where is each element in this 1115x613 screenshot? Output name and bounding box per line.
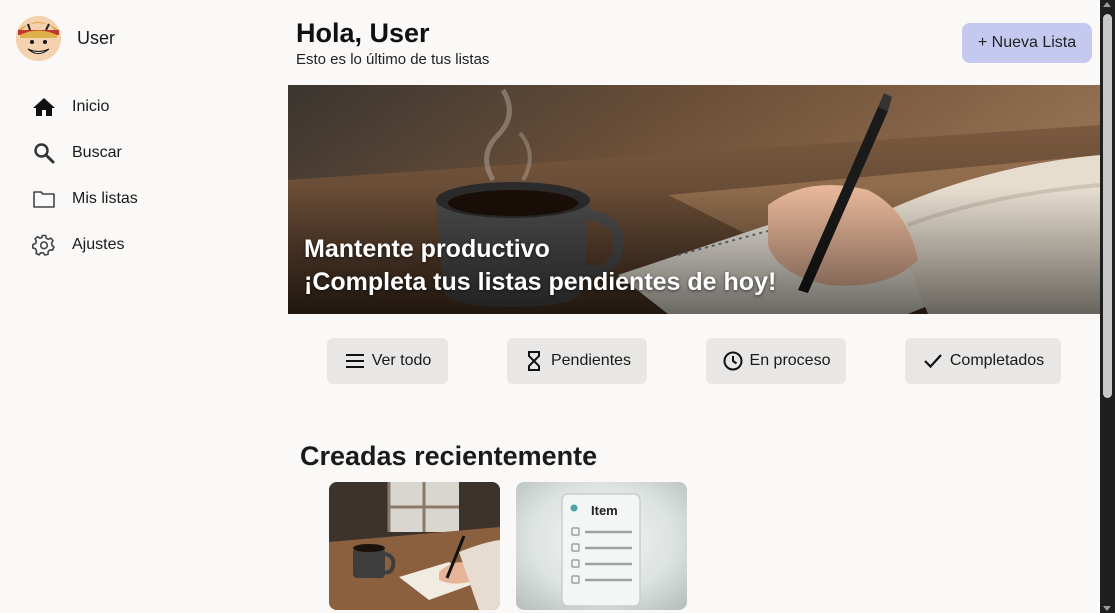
filter-pendientes-button[interactable]: Pendientes <box>507 338 647 384</box>
home-icon <box>32 95 56 119</box>
search-icon <box>32 141 56 165</box>
user-name: User <box>77 28 116 48</box>
filter-label: Completados <box>949 352 1045 369</box>
scroll-up-arrow-icon[interactable] <box>1103 2 1111 7</box>
sidebar-item-label: Inicio <box>72 98 110 115</box>
avatar[interactable] <box>16 16 61 61</box>
sidebar-item-mis-listas[interactable]: Mis listas <box>32 176 272 222</box>
hero-message: Mantente productivo ¡Completa tus listas… <box>304 233 776 299</box>
filter-label: En proceso <box>749 352 831 369</box>
sidebar-item-buscar[interactable]: Buscar <box>32 130 272 176</box>
checklist-item-image: Item <box>516 482 687 610</box>
gear-icon <box>32 233 56 257</box>
coffee-writing-image <box>329 482 500 610</box>
hero-line-2: ¡Completa tus listas pendientes de hoy! <box>304 268 777 296</box>
user-profile[interactable]: User <box>16 16 115 61</box>
sidebar-item-ajustes[interactable]: Ajustes <box>32 222 272 268</box>
filter-completados-button[interactable]: Completados <box>905 338 1061 384</box>
sidebar-item-label: Buscar <box>72 144 122 161</box>
hero-banner: Mantente productivo ¡Completa tus listas… <box>288 85 1100 314</box>
page-subtitle: Esto es lo último de tus listas <box>296 51 490 68</box>
filter-ver-todo-button[interactable]: Ver todo <box>327 338 448 384</box>
filter-en-proceso-button[interactable]: En proceso <box>706 338 846 384</box>
main-content: Hola, User Esto es lo último de tus list… <box>288 0 1100 613</box>
page-scrollbar[interactable] <box>1100 0 1115 613</box>
filter-label: Pendientes <box>550 352 632 369</box>
sidebar: User Inicio Buscar Mis listas Ajustes <box>0 0 288 613</box>
filter-bar: Ver todo Pendientes En proceso Completad… <box>288 338 1100 384</box>
new-list-button[interactable]: + Nueva Lista <box>962 23 1092 63</box>
clock-icon <box>722 350 744 372</box>
sidebar-item-inicio[interactable]: Inicio <box>32 84 272 130</box>
sidebar-nav: Inicio Buscar Mis listas Ajustes <box>32 84 272 268</box>
scrollbar-thumb[interactable] <box>1103 14 1112 398</box>
hero-line-1: Mantente productivo <box>304 235 550 263</box>
checklist-card-title: Item <box>591 503 618 518</box>
menu-icon <box>344 350 366 372</box>
folder-icon <box>32 187 56 211</box>
recent-list-card[interactable]: Item <box>516 482 687 610</box>
page-title: Hola, User <box>296 18 430 48</box>
recent-list-card[interactable] <box>329 482 500 610</box>
sidebar-item-label: Ajustes <box>72 236 125 253</box>
filter-label: Ver todo <box>371 352 432 369</box>
check-icon <box>922 350 944 372</box>
recent-section-title: Creadas recientemente <box>300 441 598 471</box>
hourglass-icon <box>523 350 545 372</box>
sidebar-item-label: Mis listas <box>72 190 138 207</box>
scroll-down-arrow-icon[interactable] <box>1103 606 1111 611</box>
